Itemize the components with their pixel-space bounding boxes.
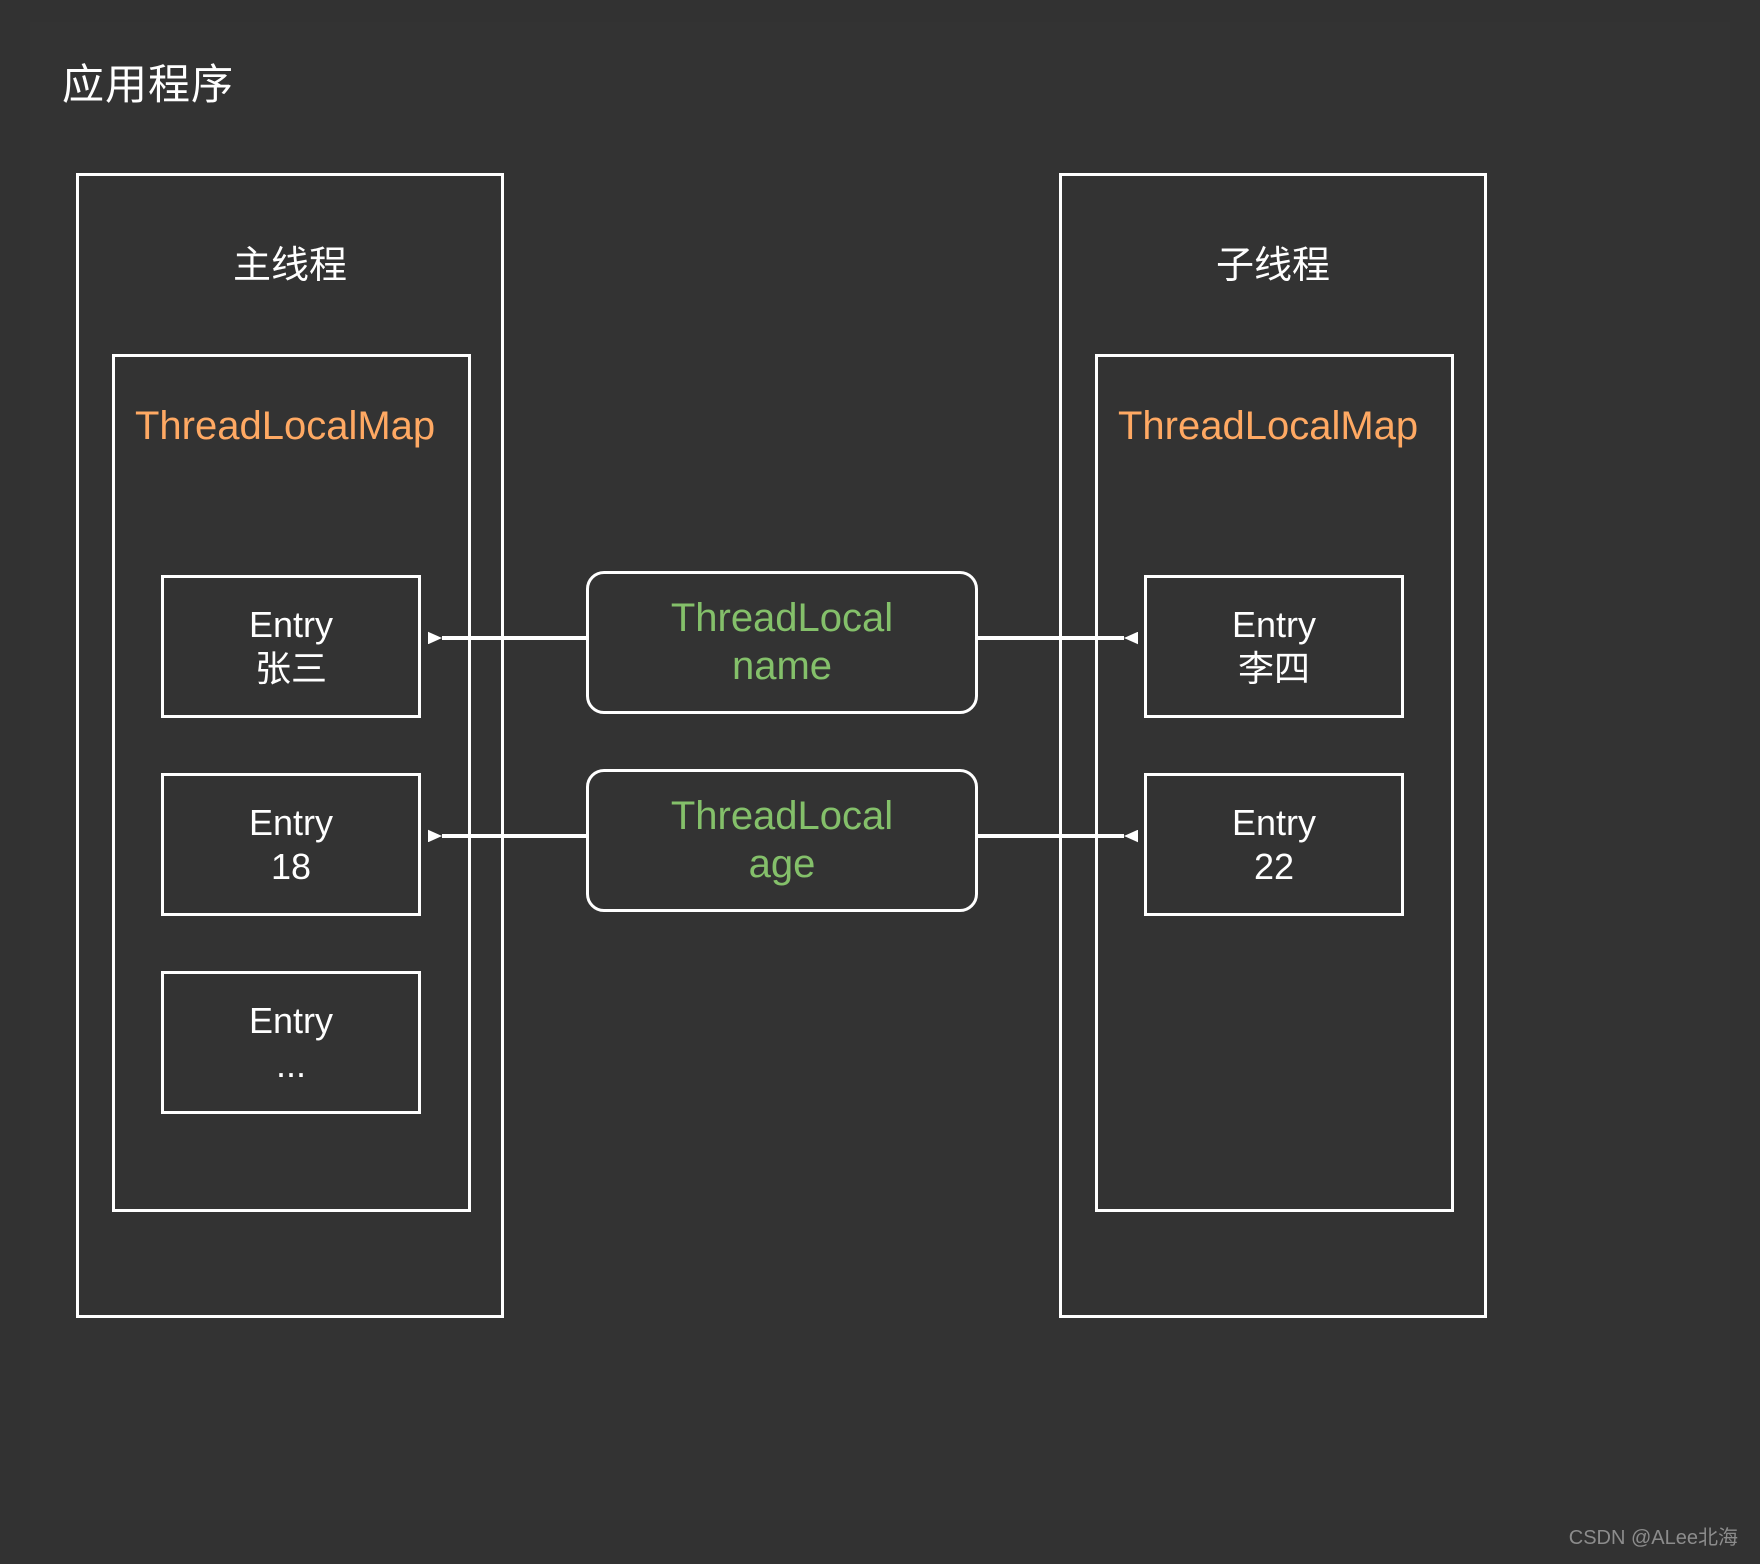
threadlocal-variable-label: name xyxy=(731,643,833,688)
entry-label: Entry xyxy=(1231,802,1317,844)
entry-value: 18 xyxy=(270,845,312,887)
threadlocal-node-age: ThreadLocal age xyxy=(586,769,978,912)
entry-box: Entry 张三 xyxy=(161,575,421,718)
entry-label: Entry xyxy=(248,1000,334,1042)
threadlocalmap-label-main: ThreadLocalMap xyxy=(135,404,436,448)
threadlocal-variable-label: age xyxy=(748,841,816,886)
entry-box: Entry 22 xyxy=(1144,773,1404,916)
thread-title-child: 子线程 xyxy=(1215,245,1330,287)
thread-column-main: 主线程 ThreadLocalMap Entry 张三 Entry 18 Ent… xyxy=(76,173,504,1318)
watermark: CSDN @ALee北海 xyxy=(1568,1527,1738,1549)
threadlocalmap-box-main: ThreadLocalMap Entry 张三 Entry 18 Entry .… xyxy=(112,354,471,1212)
entry-label: Entry xyxy=(248,802,334,844)
page-title: 应用程序 xyxy=(62,61,235,108)
threadlocal-class-label: ThreadLocal xyxy=(670,596,894,641)
entry-box: Entry 李四 xyxy=(1144,575,1404,718)
entry-value: ... xyxy=(275,1043,306,1085)
entry-box: Entry ... xyxy=(161,971,421,1114)
entry-value: 李四 xyxy=(1237,647,1310,689)
threadlocal-node-name: ThreadLocal name xyxy=(586,571,978,714)
thread-column-child: 子线程 ThreadLocalMap Entry 李四 Entry 22 xyxy=(1059,173,1487,1318)
thread-title-main: 主线程 xyxy=(232,245,347,287)
diagram-canvas: 应用程序 主线程 ThreadLocalMap Entry 张三 Entry 1… xyxy=(0,0,1760,1564)
threadlocal-class-label: ThreadLocal xyxy=(670,794,894,839)
entry-value: 张三 xyxy=(254,647,327,689)
entry-label: Entry xyxy=(1231,604,1317,646)
threadlocalmap-label-child: ThreadLocalMap xyxy=(1118,404,1419,448)
entry-value: 22 xyxy=(1253,845,1295,887)
entry-label: Entry xyxy=(248,604,334,646)
entry-box: Entry 18 xyxy=(161,773,421,916)
threadlocalmap-box-child: ThreadLocalMap Entry 李四 Entry 22 xyxy=(1095,354,1454,1212)
